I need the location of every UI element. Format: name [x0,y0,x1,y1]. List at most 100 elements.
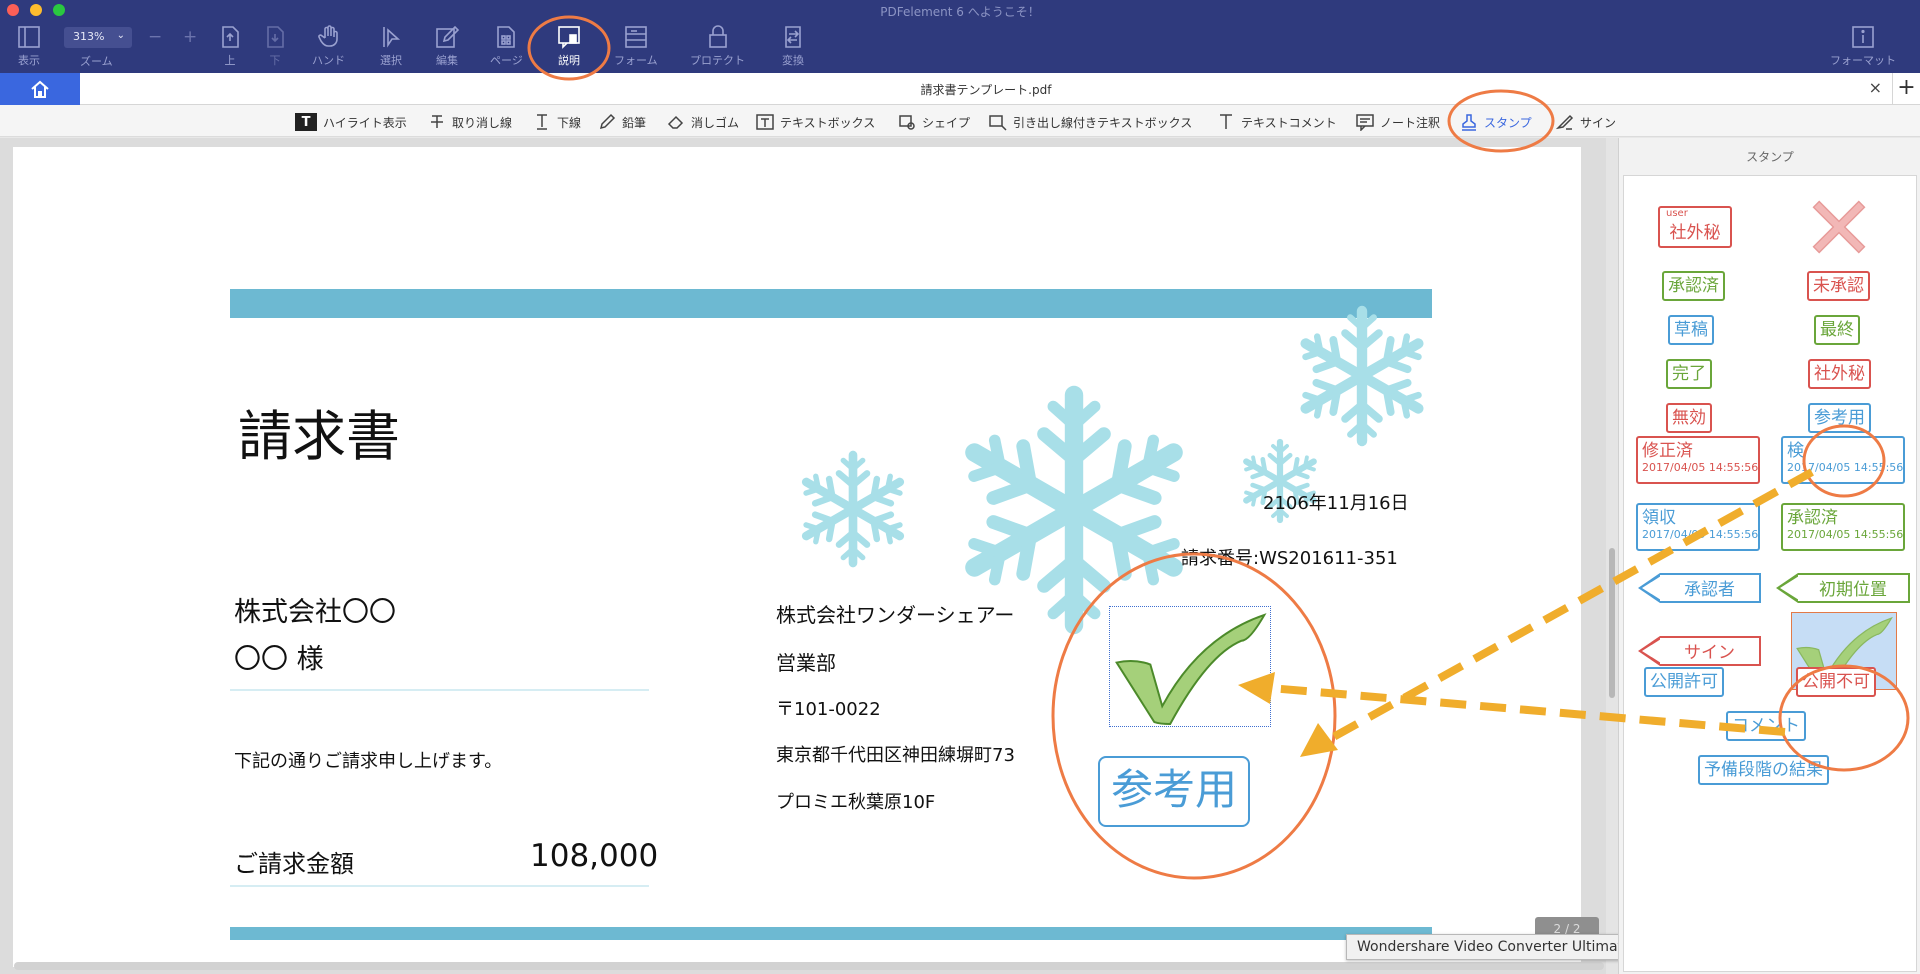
page-down-icon [267,26,284,48]
stamp-confidential[interactable]: 社外秘 [1808,359,1871,390]
home-tab[interactable] [0,73,80,105]
shape-tool[interactable]: シェイプ [898,112,970,132]
stamp-for-reference[interactable]: 参考用 [1808,403,1871,434]
stamp-tool-label: スタンプ [1484,115,1532,130]
stamp-public-denied[interactable]: 公開不可 [1796,667,1876,698]
stamp-inspected-date: 2017/04/05 14:55:56 [1787,461,1904,475]
stamp-approved-dated-label: 承認済 [1787,508,1838,528]
underline-tool[interactable]: 下線 [533,112,581,132]
sender-address: 東京都千代田区神田練塀町73 [776,745,1015,766]
toolbar-format-button[interactable]: フォーマット [1830,24,1896,69]
page-icon [497,26,516,48]
toolbar-page-down-button[interactable]: 下 [262,24,288,69]
window-title: PDFelement 6 へようこそ！ [880,5,1040,19]
toolbar-edit-button[interactable]: 編集 [434,24,460,69]
page-up-icon [222,26,239,48]
stamp-approved[interactable]: 承認済 [1662,271,1725,302]
document-viewport[interactable]: 請求書 2106年11月16日 請求番号:WS201611-351 株式会社〇〇… [0,138,1610,974]
close-tab-button[interactable]: × [1869,78,1882,97]
stamp-confidential-user-label: 社外秘 [1669,223,1721,243]
stamp-public-allowed[interactable]: 公開許可 [1644,667,1724,698]
strikethrough-tool-label: 取り消し線 [452,115,513,130]
highlight-tool[interactable]: T ハイライト表示 [295,112,407,132]
toolbar-format-label: フォーマット [1830,54,1896,67]
toolbar-hand-label: ハンド [312,54,345,67]
toolbar-hand-button[interactable]: ハンド [312,24,345,69]
zoom-in-button[interactable]: + [183,27,197,47]
strikethrough-tool[interactable]: 取り消し線 [428,112,512,132]
stamp-initial-position[interactable]: 初期位置 [1776,573,1910,603]
zoom-select[interactable]: 313% ⌄ [64,27,132,48]
stamp-sign[interactable]: サイン [1638,636,1761,666]
toolbar-select-button[interactable]: 選択 [378,24,404,69]
toolbar-page-label: ページ [490,54,523,67]
edit-pencil-icon [436,25,460,48]
placed-check-stamp[interactable] [1109,606,1271,727]
stamp-final[interactable]: 最終 [1814,315,1860,346]
vertical-scrollbar[interactable] [1606,138,1618,974]
shape-tool-label: シェイプ [922,115,971,130]
stamp-preliminary[interactable]: 予備段階の結果 [1698,755,1829,786]
note-tool[interactable]: ノート注釈 [1356,112,1440,132]
hand-icon [317,25,338,47]
client-company: 株式会社〇〇 [234,597,396,628]
sender-department: 営業部 [776,651,836,675]
stamp-inspected[interactable]: 検 2017/04/05 14:55:56 [1781,436,1905,484]
sender-postal-code: 〒101-0022 [776,699,881,720]
stamp-void[interactable]: 無効 [1666,403,1712,434]
toolbar-convert-button[interactable]: 変換 [780,24,806,69]
add-tab-button[interactable]: + [1892,73,1920,105]
stamp-panel-title: スタンプ [1746,150,1794,164]
stamp-completed[interactable]: 完了 [1666,359,1712,390]
toolbar-view-button[interactable]: 表示 [16,24,42,69]
red-x-icon[interactable] [1806,194,1872,260]
stamp-approved-dated[interactable]: 承認済 2017/04/05 14:55:56 [1781,503,1905,551]
sender-building: プロミエ秋葉原10F [776,792,936,813]
toolbar-protect-button[interactable]: プロテクト [690,24,745,69]
eraser-tool-label: 消しゴム [691,115,740,130]
shape-icon [898,113,916,131]
toolbar-page-down-label: 下 [269,54,281,67]
form-icon [625,26,647,48]
stamp-comment[interactable]: コメント [1726,711,1806,742]
highlight-tool-label: ハイライト表示 [323,115,407,130]
invoice-number: 請求番号:WS201611-351 [1181,548,1398,569]
zoom-label: ズーム [80,55,113,68]
pencil-tool[interactable]: 鉛筆 [598,112,646,132]
text-comment-tool[interactable]: テキストコメント [1217,112,1337,132]
callout-tool-label: 引き出し線付きテキストボックス [1013,115,1193,130]
zoom-value: 313% [73,30,105,43]
stamp-draft[interactable]: 草稿 [1668,315,1714,346]
toolbar-comment-button[interactable]: 説明 [556,24,582,69]
dock-tooltip: Wondershare Video Converter Ultimate [1346,934,1643,960]
toolbar-page-up-button[interactable]: 上 [217,24,243,69]
invoice-date: 2106年11月16日 [1263,493,1409,514]
stamp-list[interactable]: user 社外秘 承認済 未承認 草稿 最終 完了 社外秘 無効 参考用 修正済… [1623,175,1917,972]
comment-icon [558,26,580,49]
stamp-unapproved[interactable]: 未承認 [1807,271,1870,302]
amount-label: ご請求金額 [234,850,354,878]
eraser-tool[interactable]: 消しゴム [667,112,739,132]
horizontal-scrollbar[interactable] [14,962,1604,970]
signature-tool[interactable]: サイン [1556,112,1616,132]
toolbar-convert-label: 変換 [782,54,804,67]
placed-reference-stamp[interactable]: 参考用 [1098,756,1250,827]
zoom-out-button[interactable]: − [148,27,162,47]
stamp-approver[interactable]: 承認者 [1638,573,1761,603]
callout-tool[interactable]: 引き出し線付きテキストボックス [989,112,1192,132]
toolbar-form-button[interactable]: フォーム [614,24,658,69]
stamp-received[interactable]: 領収 2017/04/05 14:55:56 [1636,503,1760,551]
stamp-confidential-user[interactable]: user 社外秘 [1658,206,1732,248]
convert-icon [785,26,801,48]
pencil-tool-label: 鉛筆 [622,115,647,130]
stamp-tool[interactable]: スタンプ [1460,112,1532,132]
stamp-revised[interactable]: 修正済 2017/04/05 14:55:56 [1636,436,1760,484]
toolbar-comment-label: 説明 [558,54,580,67]
toolbar-page-button[interactable]: ページ [490,24,523,69]
stamp-icon [1460,113,1478,131]
pdf-page[interactable]: 請求書 2106年11月16日 請求番号:WS201611-351 株式会社〇〇… [13,147,1581,967]
textbox-tool[interactable]: テキストボックス [756,112,875,132]
toolbar-view-label: 表示 [18,54,40,67]
tab-document[interactable]: 請求書テンプレート.pdf [80,73,1892,105]
vertical-scrollbar-thumb[interactable] [1609,548,1615,698]
